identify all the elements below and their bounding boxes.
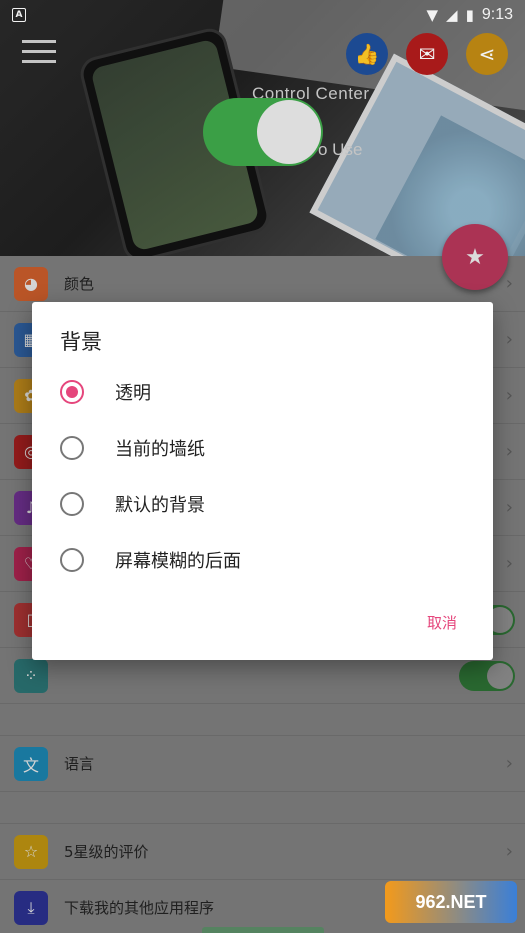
site-watermark-logo: 962.NET (385, 881, 517, 923)
option-label: 透明 (115, 383, 151, 404)
option-label: 默认的背景 (115, 495, 205, 516)
dialog-title: 背景 (60, 330, 102, 354)
option-current-wallpaper[interactable]: 当前的墙纸 (60, 428, 460, 468)
cancel-button[interactable]: 取消 (427, 612, 457, 633)
background-dialog: 背景 透明 当前的墙纸 默认的背景 屏幕模糊的后面 取消 (32, 302, 493, 660)
option-transparent[interactable]: 透明 (60, 372, 460, 412)
option-label: 屏幕模糊的后面 (115, 551, 241, 572)
radio-unselected[interactable] (60, 548, 84, 572)
option-label: 当前的墙纸 (115, 439, 205, 460)
radio-unselected[interactable] (60, 492, 84, 516)
option-blur-behind[interactable]: 屏幕模糊的后面 (60, 540, 460, 580)
option-default-background[interactable]: 默认的背景 (60, 484, 460, 524)
radio-unselected[interactable] (60, 436, 84, 460)
radio-selected[interactable] (60, 380, 84, 404)
